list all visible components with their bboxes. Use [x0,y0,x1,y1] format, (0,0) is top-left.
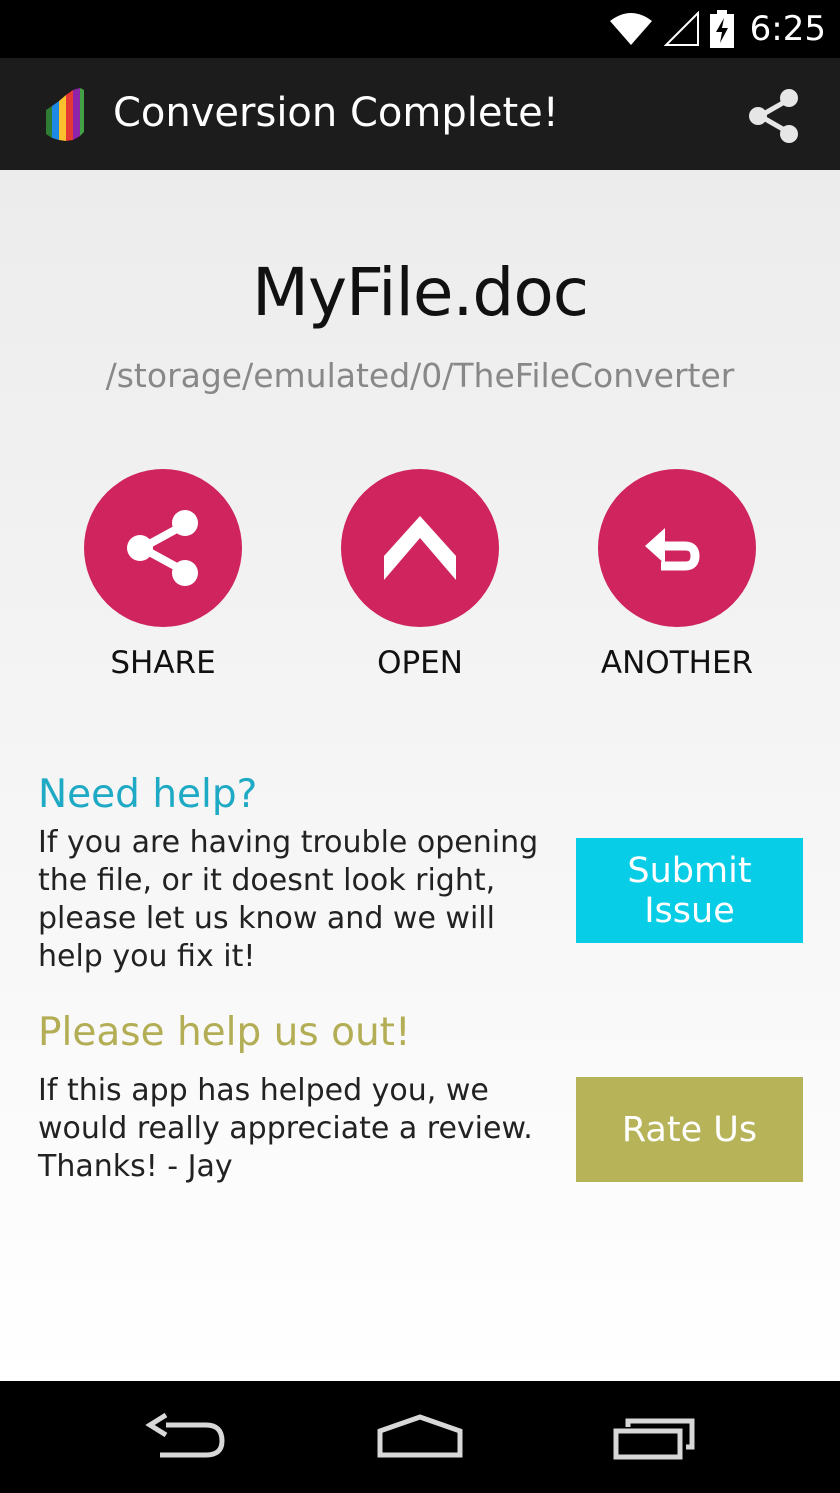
navigation-bar [0,1381,840,1493]
status-time: 6:25 [749,9,826,49]
share-action-button[interactable]: SHARE [63,469,263,681]
recents-button[interactable] [604,1409,704,1465]
recents-icon [613,1418,695,1460]
signal-icon [663,11,699,46]
home-button[interactable] [370,1409,470,1465]
page-title: Conversion Complete! [113,90,559,136]
app-logo-icon [46,88,84,141]
open-label: OPEN [377,645,463,681]
open-circle[interactable] [341,469,499,627]
share-icon [749,89,798,143]
another-circle[interactable] [598,469,756,627]
undo-icon [645,528,700,571]
rate-title: Please help us out! [38,1010,411,1055]
back-button[interactable] [136,1409,236,1465]
share-icon [127,510,198,586]
help-title: Need help? [38,772,258,817]
file-name: MyFile.doc [252,254,589,331]
another-label: ANOTHER [600,645,754,681]
rate-text: If this app has helped you, we would rea… [38,1073,533,1184]
file-path: /storage/emulated/0/TheFileConverter [105,356,735,395]
status-icons: 6:25 [608,6,826,52]
chevron-up-icon [384,516,456,580]
open-action-button[interactable]: OPEN [320,469,520,681]
home-icon [377,1414,463,1458]
help-text: If you are having trouble opening the fi… [38,825,539,974]
wifi-icon [609,13,652,45]
battery-charging-icon [709,10,734,48]
action-bar: Conversion Complete! [0,58,840,170]
status-bar: 6:25 [0,0,840,58]
content-area: MyFile.doc /storage/emulated/0/TheFileCo… [0,170,840,1381]
rate-us-button[interactable]: Rate Us [576,1077,803,1182]
another-action-button[interactable]: ANOTHER [577,469,777,681]
share-circle[interactable] [84,469,242,627]
back-icon [145,1412,225,1458]
action-bar-share-button[interactable] [744,86,804,146]
submit-issue-button[interactable]: Submit Issue [576,838,803,943]
share-label: SHARE [110,645,216,681]
